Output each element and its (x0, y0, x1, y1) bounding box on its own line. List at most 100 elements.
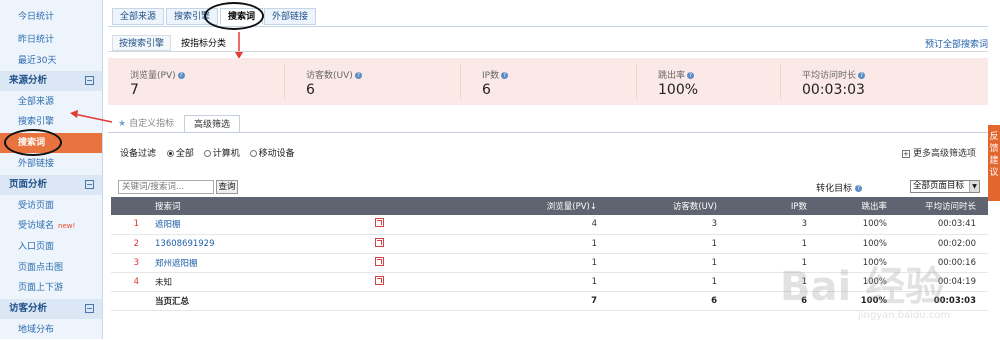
tab-advanced-filter[interactable]: 高级筛选 (184, 115, 241, 133)
sidebar-item-visited-pages[interactable]: 受访页面 (0, 196, 102, 216)
sidebar-item-visited-domains[interactable]: 受访域名 new! (0, 216, 102, 236)
radio-label: 移动设备 (258, 149, 295, 159)
more-filters-label: 更多高级筛选项 (912, 149, 976, 159)
keyword-link[interactable]: 遮阳棚 (151, 215, 371, 234)
cell-pv: 1 (591, 238, 597, 249)
help-icon[interactable]: ? (855, 185, 862, 192)
row-index: 3 (133, 257, 139, 268)
tab-by-metric[interactable]: 按指标分类 (174, 35, 234, 51)
device-filter: 设备过滤 全部 计算机 移动设备 (120, 146, 302, 159)
metric-label: 平均访问时长 (802, 71, 857, 81)
total-uv: 6 (711, 295, 717, 306)
chevron-down-icon: ▼ (969, 181, 979, 192)
cell-pv: 4 (591, 219, 597, 230)
metric-avg-duration: 平均访问时长? 00:03:03 (780, 58, 956, 105)
external-link-icon[interactable] (375, 275, 384, 285)
sidebar-section-title: 来源分析 (9, 75, 48, 86)
device-filter-label: 设备过滤 (120, 149, 157, 159)
filter-tabs: ★ 自定义指标 高级筛选 (108, 115, 988, 133)
watermark-url: jingyan.baidu.com (858, 310, 951, 321)
sidebar-item-label: 受访域名 (18, 221, 55, 231)
metric-label: 浏览量(PV) (130, 71, 176, 81)
tab-custom-metrics[interactable]: ★ 自定义指标 (118, 115, 174, 133)
metric-value: 00:03:03 (802, 82, 865, 98)
sidebar-section-pages[interactable]: 页面分析 − (0, 175, 102, 195)
feedback-button[interactable]: 反馈建议 (988, 125, 1000, 201)
external-link-icon[interactable] (375, 218, 384, 228)
metric-uv: 访客数(UV)? 6 (284, 58, 460, 105)
help-icon[interactable]: ? (501, 72, 509, 79)
cell-pv: 1 (591, 257, 597, 268)
sidebar-item-page-flow[interactable]: 页面上下游 (0, 278, 102, 298)
cell-duration: 00:03:41 (937, 219, 976, 230)
sidebar-item-today[interactable]: 今日统计 (0, 7, 102, 27)
select-value: 全部页面目标 (913, 181, 965, 191)
more-filters-link[interactable]: + 更多高级筛选项 (901, 146, 976, 159)
collapse-icon[interactable]: − (85, 304, 94, 313)
radio-label: 计算机 (212, 149, 240, 159)
sidebar-item-entry-pages[interactable]: 入口页面 (0, 237, 102, 257)
conversion-goal-select[interactable]: 全部页面目标 ▼ (910, 180, 980, 193)
col-pv[interactable]: 浏览量(PV)↓ (481, 197, 601, 215)
sidebar-item-geo[interactable]: 地域分布 (0, 320, 102, 340)
metric-value: 100% (658, 82, 699, 98)
cell-uv: 1 (711, 276, 717, 287)
tab-by-search-engine[interactable]: 按搜索引擎 (112, 35, 172, 51)
external-link-icon[interactable] (375, 237, 384, 247)
metric-ip: IP数? 6 (460, 58, 636, 105)
metrics-summary: 浏览量(PV)? 7 访客数(UV)? 6 IP数? 6 跳出率? 100% 平… (108, 58, 988, 105)
radio-computer[interactable] (203, 150, 211, 157)
plus-icon: + (901, 150, 910, 158)
sidebar-item-last30days[interactable]: 最近30天 (0, 51, 102, 71)
keyword-text: 未知 (155, 277, 173, 288)
watermark: Bai 经验 jingyan.baidu.com (750, 246, 960, 332)
col-uv[interactable]: 访客数(UV) (601, 197, 721, 215)
help-icon[interactable]: ? (687, 72, 695, 79)
metric-value: 6 (482, 82, 491, 98)
new-badge: new! (58, 222, 76, 230)
keyword-link[interactable]: 郑州遮阳棚 (151, 253, 371, 272)
subscribe-all-terms-link[interactable]: 预订全部搜索词 (925, 37, 988, 50)
help-icon[interactable]: ? (858, 72, 866, 79)
divider (284, 64, 285, 99)
tab-all-sources[interactable]: 全部来源 (112, 8, 165, 25)
metric-label: 访客数(UV) (306, 71, 353, 81)
sidebar-item-external-links[interactable]: 外部链接 (0, 154, 102, 174)
annotation-circle (4, 129, 62, 156)
col-bounce[interactable]: 跳出率 (811, 197, 891, 215)
external-link-icon[interactable] (375, 256, 384, 266)
sidebar-section-visitors[interactable]: 访客分析 − (0, 299, 102, 319)
sidebar-item-yesterday[interactable]: 昨日统计 (0, 30, 102, 50)
col-ip[interactable]: IP数 (721, 197, 811, 215)
col-keyword[interactable]: 搜索词 (151, 197, 371, 215)
tab-external-links[interactable]: 外部链接 (264, 8, 317, 25)
radio-all[interactable] (166, 150, 174, 157)
cell-bounce: 100% (862, 219, 887, 230)
help-icon[interactable]: ? (354, 72, 362, 79)
collapse-icon[interactable]: − (85, 76, 94, 85)
metric-label: 跳出率 (658, 71, 686, 81)
keyword-link[interactable]: 13608691929 (151, 234, 371, 253)
divider (108, 51, 988, 52)
keyword-search-input[interactable] (118, 180, 214, 194)
sidebar-section-source[interactable]: 来源分析 − (0, 71, 102, 91)
help-icon[interactable]: ? (177, 72, 185, 79)
radio-mobile[interactable] (249, 150, 257, 157)
star-icon: ★ (118, 119, 127, 129)
sidebar-item-click-map[interactable]: 页面点击图 (0, 258, 102, 278)
collapse-icon[interactable]: − (85, 180, 94, 189)
search-button[interactable]: 查询 (216, 180, 238, 194)
metric-value: 7 (130, 82, 139, 98)
sidebar-section-title: 页面分析 (9, 179, 48, 190)
watermark-brand: Bai 经验 (780, 264, 946, 310)
annotation-arrow-icon (235, 32, 243, 59)
annotation-circle (204, 2, 264, 30)
radio-label: 全部 (175, 149, 194, 159)
col-duration[interactable]: 平均访问时长 (891, 197, 988, 215)
metric-label: IP数 (482, 71, 500, 81)
divider (636, 64, 637, 99)
conversion-label: 转化目标 (816, 184, 853, 194)
metric-value: 6 (306, 82, 315, 98)
cell-ip: 3 (801, 219, 807, 230)
total-pv: 7 (591, 295, 597, 306)
